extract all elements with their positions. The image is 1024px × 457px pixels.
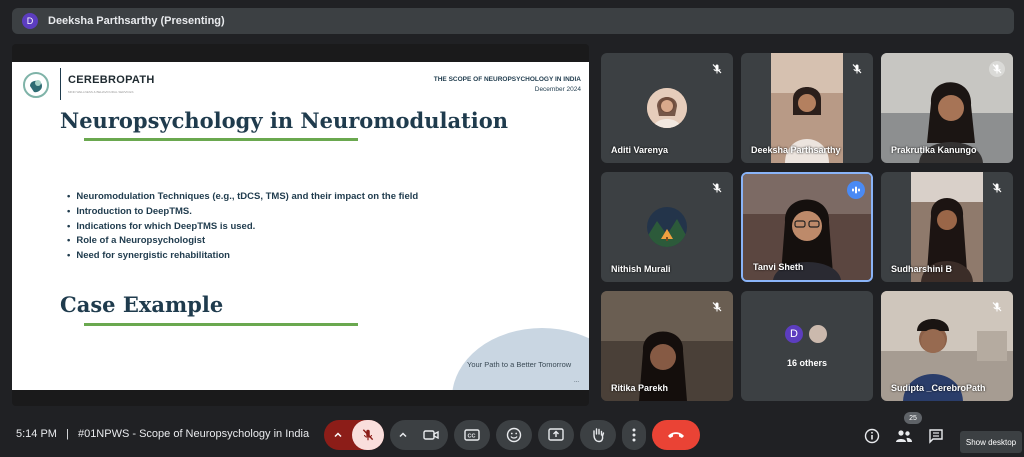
people-count-badge: 25 bbox=[904, 412, 922, 424]
present-screen-button[interactable] bbox=[538, 420, 574, 450]
mic-off-icon bbox=[709, 61, 725, 77]
slide-date: December 2024 bbox=[534, 86, 581, 93]
mic-button-group bbox=[324, 420, 384, 450]
camera-options-chevron-icon[interactable] bbox=[390, 420, 416, 450]
mic-options-chevron-icon[interactable] bbox=[324, 420, 352, 450]
speaking-indicator-icon bbox=[847, 181, 865, 199]
camera-button-group bbox=[390, 420, 448, 450]
show-desktop-tooltip: Show desktop bbox=[960, 431, 1022, 453]
bottom-control-bar: 5:14 PM | #01NPWS - Scope of Neuropsycho… bbox=[0, 414, 1024, 457]
participant-name: Sudipta _CerebroPath bbox=[891, 383, 986, 393]
mic-off-icon bbox=[989, 61, 1005, 77]
captions-icon: CC bbox=[464, 429, 480, 441]
people-icon bbox=[896, 430, 912, 442]
hang-up-icon bbox=[668, 432, 684, 438]
decorative-blob bbox=[452, 328, 589, 390]
subheading-underline bbox=[84, 323, 358, 326]
brand-subtitle: MIND WELLNESS & BEHAVIOURAL SERVICES bbox=[68, 90, 134, 94]
participant-name: Ritika Parekh bbox=[611, 383, 669, 393]
reactions-button[interactable] bbox=[496, 420, 532, 450]
svg-text:CC: CC bbox=[468, 434, 476, 440]
others-tile[interactable]: D 16 others bbox=[741, 291, 873, 401]
bullet-item: Neuromodulation Techniques (e.g., tDCS, … bbox=[67, 190, 418, 205]
slide-heading: Neuropsychology in Neuromodulation bbox=[60, 108, 509, 133]
mic-toggle-button[interactable] bbox=[352, 420, 384, 450]
chat-icon bbox=[929, 429, 943, 444]
others-avatar-photo bbox=[807, 323, 829, 345]
others-avatars: D bbox=[783, 323, 829, 345]
participant-avatar bbox=[647, 207, 687, 247]
participant-name: Nithish Murali bbox=[611, 264, 671, 274]
heading-underline bbox=[84, 138, 358, 141]
presenter-avatar: D bbox=[22, 13, 38, 29]
participant-name: Sudharshini B bbox=[891, 264, 953, 274]
logo-divider bbox=[60, 68, 61, 100]
mic-off-icon bbox=[709, 299, 725, 315]
mic-off-icon bbox=[849, 61, 865, 77]
camera-icon bbox=[423, 430, 439, 440]
participant-tile[interactable]: Deeksha Parthsarthy bbox=[741, 53, 873, 163]
present-icon bbox=[548, 428, 564, 441]
participant-avatar bbox=[647, 88, 687, 128]
cerebropath-logo bbox=[23, 72, 49, 98]
participant-tile[interactable]: Sudipta _CerebroPath bbox=[881, 291, 1013, 401]
meeting-time-and-name: 5:14 PM | #01NPWS - Scope of Neuropsycho… bbox=[16, 428, 309, 440]
chat-button[interactable] bbox=[922, 422, 950, 450]
bullet-item: Need for synergistic rehabilitation bbox=[67, 249, 418, 264]
mic-off-icon bbox=[709, 180, 725, 196]
mic-off-icon bbox=[362, 429, 374, 441]
slide-subheading: Case Example bbox=[60, 292, 224, 317]
participant-name: Aditi Varenya bbox=[611, 145, 669, 155]
info-icon bbox=[864, 428, 880, 444]
slide-dots: ... bbox=[574, 378, 580, 384]
participant-tile[interactable]: Nithish Murali bbox=[601, 172, 733, 282]
bullet-item: Introduction to DeepTMS. bbox=[67, 205, 418, 220]
slide-bullets: Neuromodulation Techniques (e.g., tDCS, … bbox=[67, 190, 418, 264]
participant-tile-active-speaker[interactable]: Tanvi Sheth bbox=[741, 172, 873, 282]
brand-name: CEREBROPATH bbox=[68, 74, 155, 86]
emoji-icon bbox=[506, 427, 522, 443]
meeting-details-button[interactable] bbox=[858, 422, 886, 450]
raise-hand-button[interactable] bbox=[580, 420, 616, 450]
participant-name: Deeksha Parthsarthy bbox=[751, 145, 841, 155]
presenter-title: Deeksha Parthsarthy (Presenting) bbox=[48, 15, 225, 27]
presenter-bar: D Deeksha Parthsarthy (Presenting) bbox=[12, 8, 1014, 34]
others-count-label: 16 others bbox=[786, 358, 828, 368]
others-avatar-letter: D bbox=[783, 323, 805, 345]
more-vert-icon bbox=[632, 428, 636, 442]
captions-button[interactable]: CC bbox=[454, 420, 490, 450]
bullet-item: Indications for which DeepTMS is used. bbox=[67, 220, 418, 235]
participant-name: Tanvi Sheth bbox=[753, 262, 804, 272]
mic-off-icon bbox=[989, 299, 1005, 315]
presentation-slide: CEREBROPATH MIND WELLNESS & BEHAVIOURAL … bbox=[12, 62, 589, 390]
participant-tile[interactable]: Prakrutika Kanungo bbox=[881, 53, 1013, 163]
bullet-item: Role of a Neuropsychologist bbox=[67, 234, 418, 249]
camera-toggle-button[interactable] bbox=[416, 420, 446, 450]
separator: | bbox=[66, 428, 69, 440]
slide-tagline: Your Path to a Better Tomorrow bbox=[467, 360, 572, 369]
hand-icon bbox=[593, 428, 605, 443]
mic-off-icon bbox=[989, 180, 1005, 196]
end-call-button[interactable] bbox=[652, 420, 700, 450]
participant-name: Prakrutika Kanungo bbox=[891, 145, 977, 155]
more-options-button[interactable] bbox=[622, 420, 646, 450]
clock-time: 5:14 PM bbox=[16, 428, 57, 440]
people-button[interactable] bbox=[890, 422, 918, 450]
participant-tile[interactable]: Sudharshini B bbox=[881, 172, 1013, 282]
slide-series-title: THE SCOPE OF NEUROPSYCHOLOGY IN INDIA bbox=[433, 76, 581, 83]
participant-tile[interactable]: Aditi Varenya bbox=[601, 53, 733, 163]
participant-tile[interactable]: Ritika Parekh bbox=[601, 291, 733, 401]
meeting-name: #01NPWS - Scope of Neuropsychology in In… bbox=[77, 428, 310, 440]
